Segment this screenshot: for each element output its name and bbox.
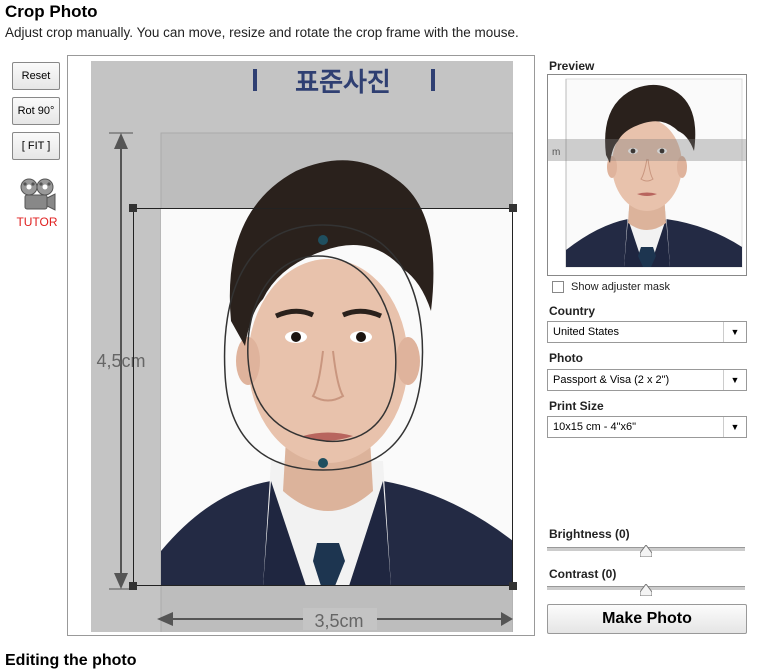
face-adjuster-guide[interactable] — [133, 208, 513, 586]
preview-box: m — [547, 74, 747, 276]
chevron-down-icon: ▼ — [723, 322, 746, 342]
tutor-button[interactable]: TUTOR — [12, 178, 62, 229]
photo-type-value: Passport & Visa (2 x 2") — [553, 374, 670, 386]
photo-type-label: Photo — [549, 351, 583, 365]
rotate-90-button[interactable]: Rot 90° — [12, 97, 60, 125]
show-mask-label: Show adjuster mask — [571, 281, 671, 293]
brightness-slider[interactable] — [547, 545, 745, 557]
film-projector-icon — [20, 178, 56, 211]
svg-text:m: m — [552, 147, 560, 158]
country-label: Country — [549, 304, 595, 318]
country-value: United States — [553, 326, 620, 338]
show-mask-checkbox[interactable] — [552, 281, 564, 293]
tutor-label: TUTOR — [16, 215, 58, 229]
brightness-label: Brightness (0) — [549, 527, 630, 541]
contrast-label: Contrast (0) — [549, 567, 617, 581]
width-label: 3,5cm — [314, 611, 363, 631]
chevron-down-icon: ▼ — [723, 417, 746, 437]
chevron-down-icon: ▼ — [723, 370, 746, 390]
fit-button[interactable]: [ FIT ] — [12, 132, 60, 160]
crop-handle-bottom-right[interactable] — [509, 582, 517, 590]
country-select[interactable]: United States ▼ — [547, 321, 747, 343]
reset-button[interactable]: Reset — [12, 62, 60, 90]
preview-image: m — [548, 75, 746, 275]
crop-handle-top-left[interactable] — [129, 204, 137, 212]
slider-thumb-icon[interactable] — [640, 545, 652, 557]
page-title: Crop Photo — [5, 2, 98, 21]
photo-type-select[interactable]: Passport & Visa (2 x 2") ▼ — [547, 369, 747, 391]
chin-marker-handle[interactable] — [318, 458, 328, 468]
slider-thumb-icon[interactable] — [640, 584, 652, 596]
show-mask-row[interactable]: Show adjuster mask — [552, 281, 670, 293]
crop-handle-bottom-left[interactable] — [129, 582, 137, 590]
crop-handle-top-right[interactable] — [509, 204, 517, 212]
top-marker-handle[interactable] — [318, 235, 328, 245]
contrast-slider[interactable] — [547, 584, 745, 596]
print-size-select[interactable]: 10x15 cm - 4"x6" ▼ — [547, 416, 747, 438]
crop-frame[interactable] — [129, 204, 517, 590]
print-size-label: Print Size — [549, 399, 604, 413]
editing-heading: Editing the photo — [5, 652, 137, 669]
page-subtitle: Adjust crop manually. You can move, resi… — [5, 25, 519, 40]
print-size-value: 10x15 cm - 4"x6" — [553, 421, 637, 433]
korean-title: 표준사진 — [295, 68, 391, 98]
preview-label: Preview — [549, 59, 595, 73]
make-photo-button[interactable]: Make Photo — [547, 604, 747, 634]
